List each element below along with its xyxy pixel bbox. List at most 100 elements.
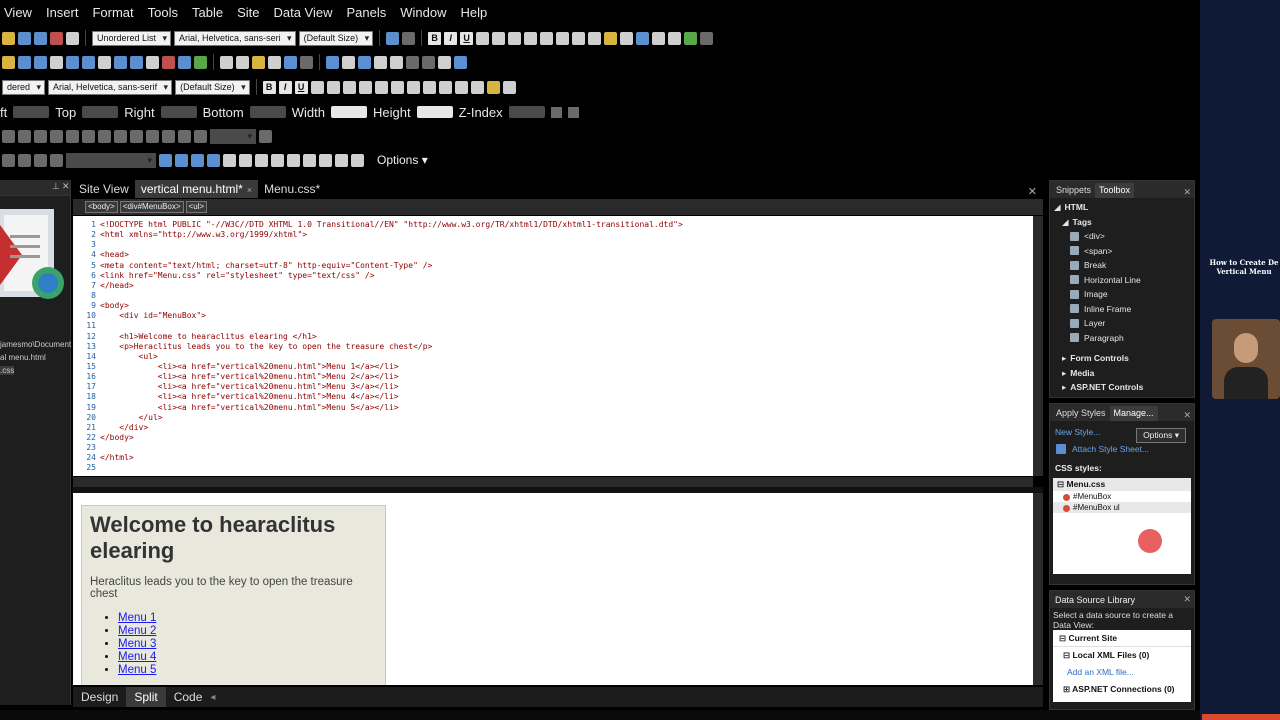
code-line[interactable]: 1 <!DOCTYPE html PUBLIC "-//W3C//DTD XHTM…: [73, 220, 683, 230]
help-icon[interactable]: [454, 55, 467, 69]
code-line[interactable]: 22 </body>: [73, 433, 683, 443]
borders-icon[interactable]: [588, 31, 602, 45]
code-line[interactable]: 21 </div>: [73, 423, 683, 433]
layers-icon[interactable]: [652, 31, 666, 45]
toolbox-item-break[interactable]: Break: [1050, 258, 1194, 273]
tag-div-menubox[interactable]: <div#MenuBox>: [119, 201, 184, 213]
style-dropdown[interactable]: dered: [2, 79, 46, 95]
record-icon[interactable]: [422, 55, 435, 69]
indent-code-icon[interactable]: [351, 153, 364, 167]
code-line[interactable]: 25: [73, 463, 683, 473]
save-all-icon[interactable]: [34, 31, 47, 45]
toolbox-item-layer[interactable]: Layer: [1050, 316, 1194, 331]
tab-menu-css[interactable]: Menu.css*: [258, 180, 326, 198]
code-line[interactable]: 17 <li><a href="vertical%20menu.html">Me…: [73, 382, 683, 392]
tab-design[interactable]: Design: [73, 687, 126, 707]
preview-browser-icon[interactable]: [82, 55, 95, 69]
menu-tools[interactable]: Tools: [141, 5, 185, 20]
code-line[interactable]: 2 <html xmlns="http://www.w3.org/1999/xht…: [73, 230, 683, 240]
menu-link-4[interactable]: Menu 4: [118, 651, 156, 663]
attach-style-sheet-link[interactable]: Attach Style Sheet...: [1072, 444, 1149, 454]
toolbox-item-paragraph[interactable]: Paragraph: [1050, 331, 1194, 346]
format-code-icon[interactable]: [335, 153, 348, 167]
highlight-icon[interactable]: [604, 31, 618, 45]
align-left-icon[interactable]: [310, 80, 324, 94]
function-lookup-dropdown[interactable]: [66, 152, 156, 168]
code-vertical-scrollbar[interactable]: [1033, 216, 1043, 476]
tree-node-html[interactable]: ◢ HTML: [1050, 200, 1194, 215]
code-horizontal-scrollbar[interactable]: [73, 477, 1033, 487]
outdent-icon[interactable]: [556, 31, 570, 45]
tab-apply-styles[interactable]: Apply Styles: [1052, 406, 1110, 421]
tab-code[interactable]: Code: [166, 687, 211, 707]
font-dropdown[interactable]: Arial, Helvetica, sans-serif: [48, 79, 173, 95]
insert-layer-icon[interactable]: [326, 55, 339, 69]
autofit-icon[interactable]: [178, 129, 191, 143]
folder-list-icon[interactable]: [342, 55, 355, 69]
insert-end-tag-icon[interactable]: [303, 153, 316, 167]
numbered-list-icon[interactable]: [524, 31, 538, 45]
code-line[interactable]: 5 <meta content="text/html; charset=utf-8…: [73, 261, 683, 271]
bulleted-list-icon[interactable]: [422, 80, 436, 94]
toolbox-item-inline-frame[interactable]: Inline Frame: [1050, 302, 1194, 317]
align-left-icon[interactable]: [476, 31, 490, 45]
increase-font-icon[interactable]: [374, 80, 388, 94]
code-editor[interactable]: 1 <!DOCTYPE html PUBLIC "-//W3C//DTD XHTM…: [73, 216, 1033, 476]
tree-node-aspnet-connections[interactable]: ⊞ ASP.NET Connections (0): [1053, 681, 1191, 698]
code-line[interactable]: 16 <li><a href="vertical%20menu.html">Me…: [73, 372, 683, 382]
tree-node-form-controls[interactable]: ▸ Form Controls: [1050, 351, 1194, 366]
distribute-rows-icon[interactable]: [146, 129, 159, 143]
code-line[interactable]: 15 <li><a href="vertical%20menu.html">Me…: [73, 362, 683, 372]
redo-icon[interactable]: [300, 55, 313, 69]
font-color-icon[interactable]: [502, 80, 516, 94]
center-vertically-icon[interactable]: [114, 129, 127, 143]
code-line[interactable]: 13 <p>Heraclitus leads you to the key to…: [73, 342, 683, 352]
close-icon[interactable]: ✕: [62, 181, 70, 192]
menu-insert[interactable]: Insert: [39, 5, 86, 20]
italic-icon[interactable]: I: [278, 80, 292, 94]
add-xml-file-link[interactable]: Add an XML file...: [1053, 664, 1191, 681]
bulleted-list-icon[interactable]: [540, 31, 554, 45]
code-line[interactable]: 20 </ul>: [73, 413, 683, 423]
width-field[interactable]: [330, 106, 367, 118]
tree-node-local-xml[interactable]: ⊟ Local XML Files (0): [1053, 647, 1191, 664]
undo-icon[interactable]: [284, 55, 297, 69]
spelling-icon[interactable]: [194, 55, 207, 69]
size-dropdown[interactable]: (Default Size): [175, 79, 250, 95]
sp-icon[interactable]: [162, 55, 175, 69]
insert-start-tag-icon[interactable]: [287, 153, 300, 167]
close-icon[interactable]: ✕: [1183, 594, 1194, 605]
tab-site-view[interactable]: Site View: [73, 180, 135, 198]
hyperlink-icon[interactable]: [374, 55, 387, 69]
table-icon[interactable]: [2, 129, 15, 143]
code-line[interactable]: 7 </head>: [73, 281, 683, 291]
tree-node-tags[interactable]: ◢ Tags: [1050, 215, 1194, 230]
highlight-icon[interactable]: [486, 80, 500, 94]
preview-icon[interactable]: [66, 31, 79, 45]
indent-icon[interactable]: [572, 31, 586, 45]
menu-site[interactable]: Site: [230, 5, 266, 20]
tree-node-media[interactable]: ▸ Media: [1050, 366, 1194, 381]
prev-bookmark-icon[interactable]: [191, 153, 204, 167]
print-icon[interactable]: [34, 55, 47, 69]
code-line[interactable]: 14 <ul>: [73, 352, 683, 362]
print-preview-icon[interactable]: [146, 55, 159, 69]
distribute-columns-icon[interactable]: [162, 129, 175, 143]
css-rule-menubox[interactable]: #MenuBox: [1053, 491, 1191, 502]
table-autoformat-icon[interactable]: [259, 129, 272, 143]
zindex-field[interactable]: [508, 106, 545, 118]
page-properties-icon[interactable]: [438, 55, 451, 69]
menubox-div[interactable]: Welcome to hearaclitus elearing Heraclit…: [81, 505, 386, 685]
menu-window[interactable]: Window: [393, 5, 453, 20]
code-line[interactable]: 11: [73, 321, 683, 331]
close-tab-icon[interactable]: ×: [247, 185, 252, 195]
underline-icon[interactable]: U: [460, 31, 474, 45]
show-formatting-icon[interactable]: [406, 55, 419, 69]
menu-link-1[interactable]: Menu 1: [118, 612, 156, 624]
tab-vertical-menu[interactable]: vertical menu.html* ×: [134, 180, 259, 198]
code-line[interactable]: 9 <body>: [73, 301, 683, 311]
justify-icon[interactable]: [358, 80, 372, 94]
code-line[interactable]: 23: [73, 443, 683, 453]
scroll-left-icon[interactable]: ◂: [210, 692, 215, 703]
tab-toolbox[interactable]: Toolbox: [1095, 183, 1135, 198]
